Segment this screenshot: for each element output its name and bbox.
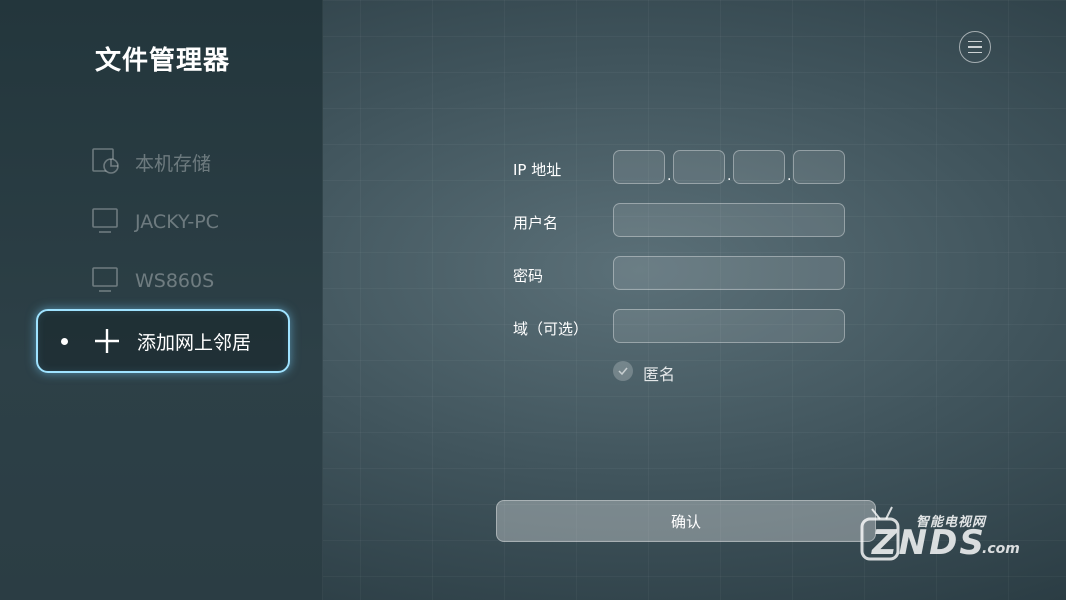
local-storage-pie-icon bbox=[92, 148, 119, 174]
username-label: 用户名 bbox=[513, 214, 559, 232]
sidebar-item-label: 本机存储 bbox=[135, 152, 212, 175]
sidebar-item-label: WS860S bbox=[135, 270, 215, 292]
anonymous-label: 匿名 bbox=[643, 365, 676, 384]
ip-separator: . bbox=[667, 168, 672, 184]
domain-label: 域（可选） bbox=[513, 320, 589, 338]
sidebar-item-jacky-pc[interactable]: JACKY-PC bbox=[36, 192, 286, 252]
sidebar-item-label: JACKY-PC bbox=[135, 211, 219, 233]
app-title: 文件管理器 bbox=[95, 46, 231, 76]
ip-separator: . bbox=[727, 168, 732, 184]
sidebar-item-local-storage[interactable]: 本机存储 bbox=[36, 132, 286, 192]
ip-separator: . bbox=[787, 168, 792, 184]
sidebar-item-add-network-neighbor[interactable]: 添加网上邻居 bbox=[36, 309, 290, 373]
selection-dot bbox=[61, 338, 68, 345]
password-input[interactable] bbox=[613, 256, 845, 290]
ip-octet-4-input[interactable] bbox=[793, 150, 845, 184]
hamburger-menu-icon bbox=[968, 39, 982, 56]
watermark-suffix: .com bbox=[982, 541, 1020, 557]
ip-address-label: IP 地址 bbox=[513, 161, 562, 179]
plus-icon bbox=[95, 329, 119, 353]
username-input[interactable] bbox=[613, 203, 845, 237]
monitor-icon bbox=[92, 208, 118, 233]
sidebar-item-ws860s[interactable]: WS860S bbox=[36, 251, 286, 311]
menu-button[interactable] bbox=[959, 31, 991, 63]
ip-octet-2-input[interactable] bbox=[673, 150, 725, 184]
password-label: 密码 bbox=[513, 267, 544, 285]
sidebar-item-label: 添加网上邻居 bbox=[137, 331, 252, 354]
anonymous-checkbox[interactable] bbox=[613, 361, 633, 381]
checkmark-icon bbox=[618, 367, 628, 376]
monitor-icon bbox=[92, 267, 118, 292]
ip-octet-1-input[interactable] bbox=[613, 150, 665, 184]
ip-octet-3-input[interactable] bbox=[733, 150, 785, 184]
watermark-brand: ZNDS bbox=[872, 523, 986, 563]
znds-watermark: 智能电视网 ZNDS .com bbox=[858, 505, 1026, 569]
confirm-button[interactable]: 确认 bbox=[496, 500, 876, 542]
domain-input[interactable] bbox=[613, 309, 845, 343]
